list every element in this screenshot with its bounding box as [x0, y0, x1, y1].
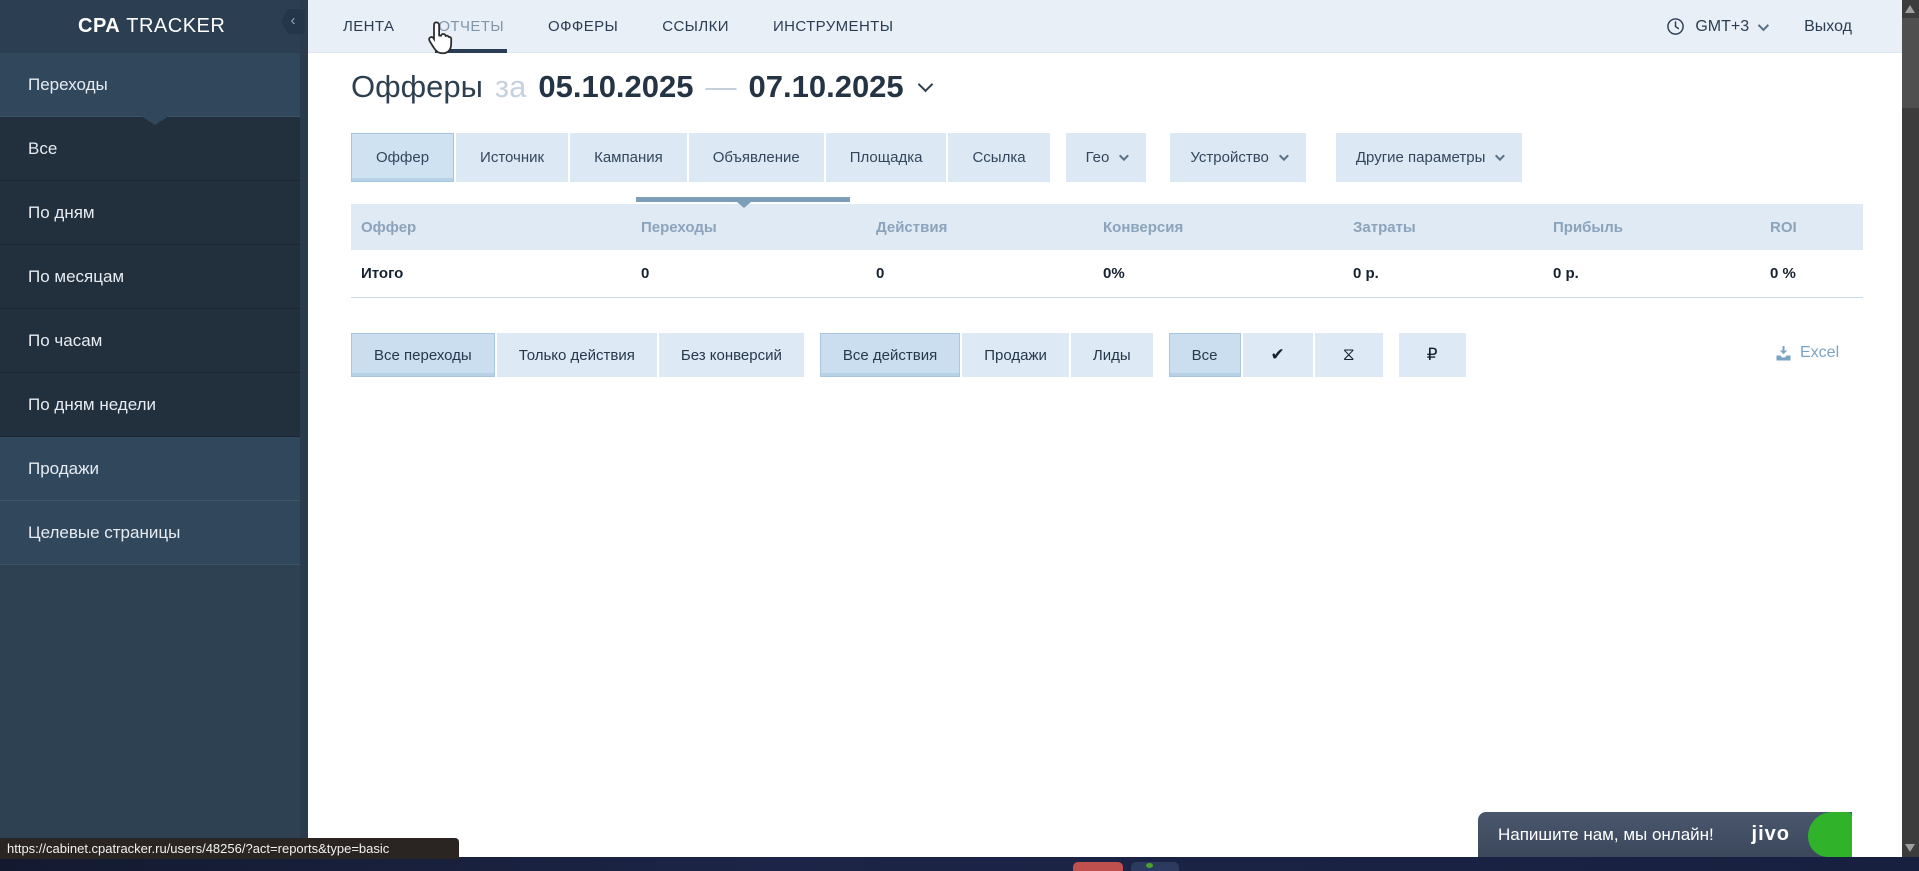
- column-header-deystviya[interactable]: Действия: [866, 204, 1093, 250]
- date-separator: —: [706, 69, 737, 105]
- sidebar-item-perekhody[interactable]: Переходы: [0, 53, 300, 117]
- download-icon: [1775, 345, 1792, 362]
- filter-bez-konversiy[interactable]: Без конверсий: [659, 333, 804, 377]
- sidebar-edge: [300, 0, 308, 857]
- totals-zatraty: 0 р.: [1343, 250, 1543, 297]
- taskbar-edge: [0, 857, 1919, 871]
- filter-status-approved-check-icon[interactable]: ✔: [1243, 333, 1313, 377]
- scrollbar-thumb[interactable]: [1902, 18, 1919, 108]
- chevron-down-icon: [1758, 19, 1769, 30]
- main-content: Офферы за 05.10.2025 — 07.10.2025 Оффер …: [308, 53, 1902, 857]
- scroll-down-arrow-icon[interactable]: [1905, 844, 1915, 852]
- totals-roi: 0 %: [1760, 250, 1863, 297]
- other-params-dropdown[interactable]: Другие параметры: [1336, 133, 1523, 182]
- filter-status-pending-hourglass-icon[interactable]: ⧖: [1315, 333, 1383, 377]
- browser-status-url: https://cabinet.cpatracker.ru/users/4825…: [0, 838, 459, 859]
- nav-otchety[interactable]: ОТЧЕТЫ: [438, 0, 504, 53]
- device-dropdown[interactable]: Устройство: [1170, 133, 1305, 182]
- tab-istochnik[interactable]: Источник: [456, 133, 568, 182]
- sidebar-menu: Переходы Все По дням По месяцам По часам…: [0, 53, 300, 565]
- nav-instrumenty[interactable]: ИНСТРУМЕНТЫ: [773, 0, 894, 53]
- jivo-logo: jivo: [1752, 823, 1790, 846]
- tab-ploshchadka[interactable]: Площадка: [826, 133, 947, 182]
- column-header-pribyl[interactable]: Прибыль: [1543, 204, 1760, 250]
- title-preposition: за: [495, 69, 526, 105]
- vertical-scrollbar[interactable]: [1902, 0, 1919, 857]
- device-dropdown-label: Устройство: [1190, 149, 1268, 166]
- other-params-dropdown-label: Другие параметры: [1356, 149, 1486, 166]
- geo-dropdown-label: Гео: [1086, 149, 1110, 166]
- export-excel-label: Excel: [1800, 344, 1839, 362]
- timezone-value: GMT+3: [1695, 18, 1749, 36]
- page-title: Офферы за 05.10.2025 — 07.10.2025: [351, 69, 931, 105]
- logout-link[interactable]: Выход: [1804, 18, 1852, 36]
- filter-status-paid-ruble-icon[interactable]: ₽: [1399, 333, 1466, 377]
- tab-obyavlenie[interactable]: Объявление: [689, 133, 824, 182]
- column-header-perekhody[interactable]: Переходы: [631, 204, 866, 250]
- nav-offery[interactable]: ОФФЕРЫ: [548, 0, 618, 53]
- taskbar-icon-green-dot: [1146, 863, 1153, 868]
- topbar: ЛЕНТА ОТЧЕТЫ ОФФЕРЫ ССЫЛКИ ИНСТРУМЕНТЫ G…: [308, 0, 1902, 53]
- tab-offer[interactable]: Оффер: [351, 133, 454, 182]
- totals-row: Итого 0 0 0% 0 р. 0 р. 0 %: [351, 250, 1863, 297]
- date-to[interactable]: 07.10.2025: [749, 69, 904, 105]
- column-header-offer[interactable]: Оффер: [351, 204, 631, 250]
- topbar-right: GMT+3 Выход: [1666, 0, 1852, 53]
- totals-label: Итого: [351, 250, 631, 297]
- scroll-up-arrow-icon[interactable]: [1905, 5, 1915, 13]
- chat-message: Напишите нам, мы онлайн!: [1498, 825, 1714, 845]
- dimension-tabs: Оффер Источник Кампания Объявление Площа…: [351, 133, 1522, 182]
- chevron-down-icon: [1495, 151, 1505, 161]
- totals-deystviya: 0: [866, 250, 1093, 297]
- brand-logo: CPA TRACKER: [0, 0, 300, 53]
- brand-rest: TRACKER: [126, 15, 225, 37]
- nav-ssylki[interactable]: ССЫЛКИ: [662, 0, 729, 53]
- filter-lidy[interactable]: Лиды: [1071, 333, 1153, 377]
- filter-vse-deystviya[interactable]: Все действия: [820, 333, 960, 377]
- totals-pribyl: 0 р.: [1543, 250, 1760, 297]
- filter-vse-perekhody[interactable]: Все переходы: [351, 333, 495, 377]
- taskbar-icon-red: [1073, 862, 1123, 871]
- sidebar-item-po-mesyacam[interactable]: По месяцам: [0, 245, 300, 309]
- filter-status-vse[interactable]: Все: [1169, 333, 1241, 377]
- nav-lenta[interactable]: ЛЕНТА: [343, 0, 394, 53]
- filter-buttons: Все переходы Только действия Без конверс…: [351, 333, 1468, 377]
- table-header-row: Оффер Переходы Действия Конверсия Затрат…: [351, 204, 1863, 250]
- sidebar-item-po-dnyam[interactable]: По дням: [0, 181, 300, 245]
- sidebar: CPATRACKER ‹ Переходы Все По дням По мес…: [0, 0, 308, 857]
- sidebar-item-celevye-stranicy[interactable]: Целевые страницы: [0, 501, 300, 565]
- sidebar-item-vse[interactable]: Все: [0, 117, 300, 181]
- brand-bold: CPA: [78, 15, 120, 37]
- sidebar-item-po-chasam[interactable]: По часам: [0, 309, 300, 373]
- filter-tolko-deystviya[interactable]: Только действия: [497, 333, 657, 377]
- chat-widget[interactable]: Напишите нам, мы онлайн! jivo: [1478, 812, 1852, 857]
- totals-konversiya: 0%: [1093, 250, 1343, 297]
- tab-kampaniya[interactable]: Кампания: [570, 133, 687, 182]
- date-range-chevron-icon[interactable]: [917, 76, 933, 92]
- column-header-konversiya[interactable]: Конверсия: [1093, 204, 1343, 250]
- chevron-down-icon: [1279, 151, 1289, 161]
- report-table: Оффер Переходы Действия Конверсия Затрат…: [351, 204, 1863, 298]
- date-from[interactable]: 05.10.2025: [538, 69, 693, 105]
- top-navigation: ЛЕНТА ОТЧЕТЫ ОФФЕРЫ ССЫЛКИ ИНСТРУМЕНТЫ: [343, 0, 893, 53]
- taskbar-icon-blue: [1131, 862, 1179, 871]
- selected-column-indicator: [636, 197, 850, 202]
- report-title: Офферы: [351, 69, 483, 105]
- jivo-leaf-icon: [1808, 812, 1852, 857]
- sidebar-item-prodazhi[interactable]: Продажи: [0, 437, 300, 501]
- tab-ssylka[interactable]: Ссылка: [948, 133, 1049, 182]
- filter-prodazhi[interactable]: Продажи: [962, 333, 1069, 377]
- totals-perekhody: 0: [631, 250, 866, 297]
- column-header-roi[interactable]: ROI: [1760, 204, 1863, 250]
- geo-dropdown[interactable]: Гео: [1066, 133, 1147, 182]
- timezone-dropdown[interactable]: GMT+3: [1695, 18, 1766, 36]
- export-excel-link[interactable]: Excel: [1775, 344, 1839, 362]
- column-header-zatraty[interactable]: Затраты: [1343, 204, 1543, 250]
- clock-icon: [1666, 17, 1685, 36]
- sidebar-item-po-dnyam-nedeli[interactable]: По дням недели: [0, 373, 300, 437]
- chevron-down-icon: [1119, 151, 1129, 161]
- app-window: CPATRACKER ‹ Переходы Все По дням По мес…: [0, 0, 1919, 871]
